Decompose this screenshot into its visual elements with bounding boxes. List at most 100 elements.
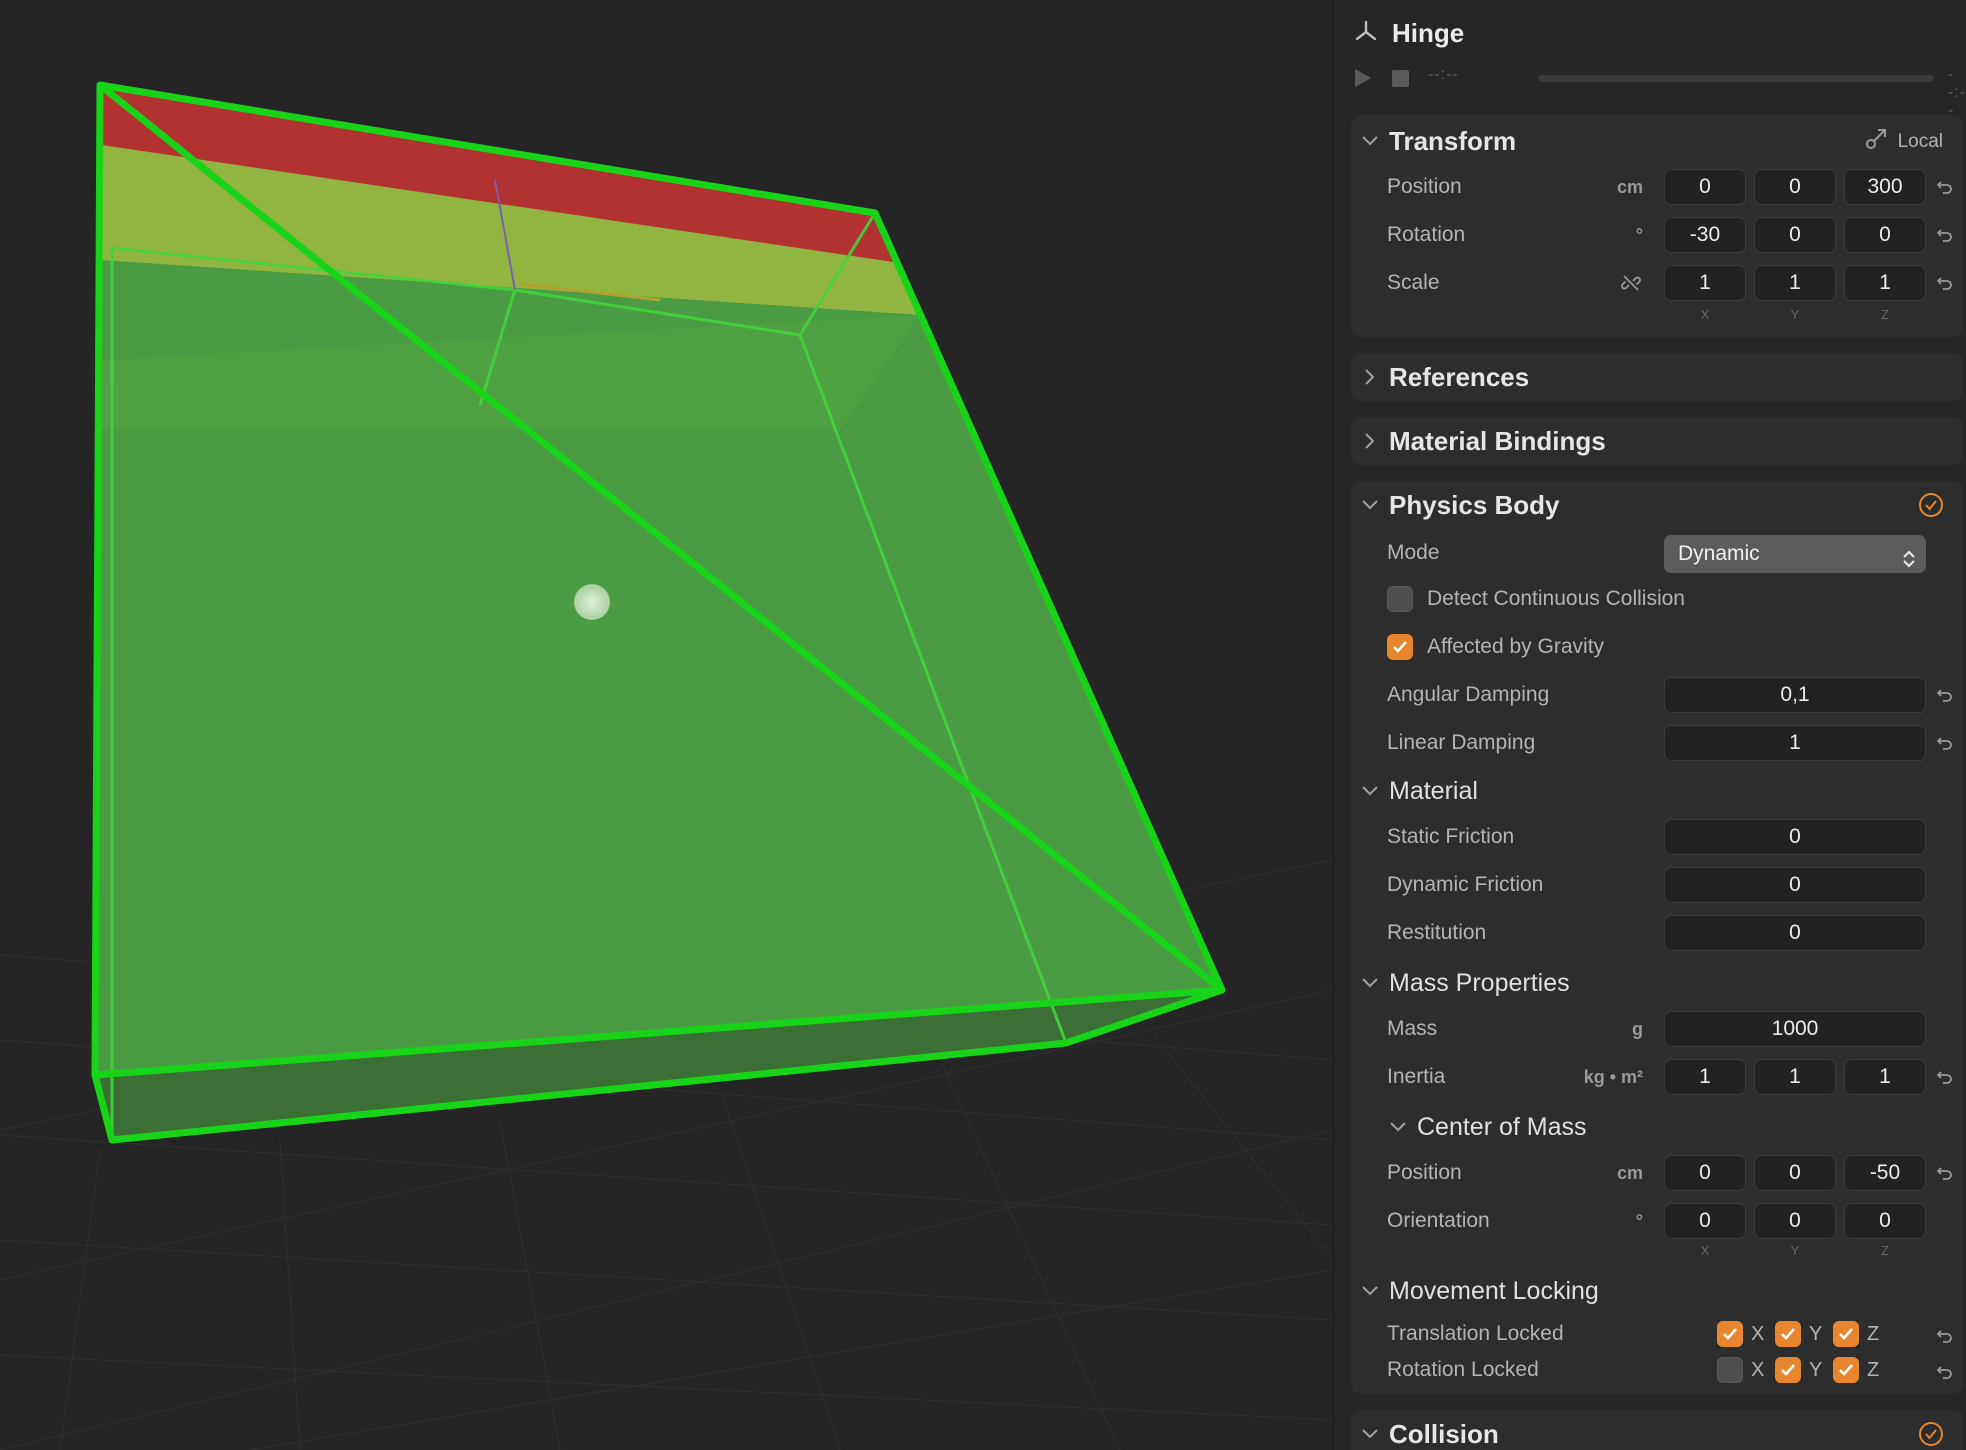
com-orientation-y-field[interactable]: 0	[1754, 1203, 1836, 1239]
inertia-unit: kg • m²	[1583, 1067, 1643, 1087]
viewport-canvas[interactable]	[0, 0, 1333, 1450]
chevron-down-icon	[1361, 136, 1379, 146]
physics-body-section: Physics Body Mode Dynamic Detect Continu…	[1351, 481, 1963, 1394]
com-orientation-x-field[interactable]: 0	[1664, 1203, 1746, 1239]
axis-z-label: Z	[1881, 1243, 1889, 1258]
axis-y-label: Y	[1790, 307, 1800, 322]
com-axis-labels: X Y Z	[1351, 1243, 1963, 1259]
scale-z-field[interactable]: 1	[1844, 265, 1926, 301]
com-position-x-field[interactable]: 0	[1664, 1155, 1746, 1191]
mass-field[interactable]: 1000	[1664, 1011, 1926, 1047]
transform-section: Transform Local Position cm 0 0 300 Rota…	[1351, 115, 1963, 337]
dynamic-friction-field[interactable]: 0	[1664, 867, 1926, 903]
transform-label: Transform	[1389, 125, 1517, 156]
stop-icon[interactable]	[1392, 70, 1409, 87]
linear-damping-field[interactable]: 1	[1664, 725, 1926, 761]
angular-damping-field[interactable]: 0,1	[1664, 677, 1926, 713]
position-x-field[interactable]: 0	[1664, 169, 1746, 205]
axis-x-label: X	[1700, 1243, 1710, 1258]
com-position-z-field[interactable]: -50	[1844, 1155, 1926, 1191]
com-position-y-field[interactable]: 0	[1754, 1155, 1836, 1191]
scene-viewport[interactable]	[0, 0, 1333, 1450]
static-friction-field[interactable]: 0	[1664, 819, 1926, 855]
mode-row: Mode Dynamic	[1351, 531, 1963, 575]
rotation-y-field[interactable]: 0	[1754, 217, 1836, 253]
reset-icon[interactable]	[1936, 1327, 1954, 1350]
material-bindings-header[interactable]: Material Bindings	[1351, 419, 1606, 463]
center-of-mass-label: Center of Mass	[1417, 1112, 1587, 1141]
scale-y-field[interactable]: 1	[1754, 265, 1836, 301]
center-of-mass-header[interactable]: Center of Mass	[1379, 1107, 1587, 1147]
translation-y-label: Y	[1809, 1323, 1823, 1345]
reset-icon[interactable]	[1936, 686, 1954, 704]
collision-header[interactable]: Collision	[1351, 1412, 1499, 1450]
unlink-icon[interactable]	[1621, 273, 1641, 298]
inertia-x-field[interactable]: 1	[1664, 1059, 1746, 1095]
position-z-field[interactable]: 300	[1844, 169, 1926, 205]
reset-icon[interactable]	[1936, 1068, 1954, 1086]
rotation-lock-y-checkbox[interactable]	[1775, 1357, 1801, 1383]
references-section[interactable]: References	[1351, 353, 1963, 401]
axis-x-label: X	[1700, 307, 1710, 322]
scale-row: Scale 1 1 1	[1351, 261, 1963, 305]
rotation-x-field[interactable]: -30	[1664, 217, 1746, 253]
animation-player: --:-- --:--	[1352, 62, 1966, 119]
affected-by-gravity-checkbox[interactable]	[1387, 634, 1413, 660]
rotation-z-field[interactable]: 0	[1844, 217, 1926, 253]
scale-label: Scale	[1387, 271, 1440, 294]
chevron-right-icon	[1361, 433, 1379, 449]
rotation-lock-x-checkbox[interactable]	[1717, 1357, 1743, 1383]
angular-damping-label: Angular Damping	[1387, 683, 1550, 706]
space-toggle[interactable]: Local	[1864, 127, 1943, 156]
movement-locking-label: Movement Locking	[1389, 1276, 1599, 1305]
translation-lock-z-checkbox[interactable]	[1833, 1321, 1859, 1347]
translation-lock-x-checkbox[interactable]	[1717, 1321, 1743, 1347]
mass-label: Mass	[1387, 1017, 1438, 1040]
com-orientation-label: Orientation	[1387, 1209, 1490, 1232]
rotation-lock-z-checkbox[interactable]	[1833, 1357, 1859, 1383]
play-icon[interactable]	[1352, 68, 1372, 93]
chevron-down-icon	[1389, 1122, 1407, 1132]
reset-icon[interactable]	[1936, 226, 1954, 244]
material-header[interactable]: Material	[1351, 771, 1478, 811]
physics-enabled-icon[interactable]	[1919, 493, 1943, 517]
inertia-z-field[interactable]: 1	[1844, 1059, 1926, 1095]
inertia-y-field[interactable]: 1	[1754, 1059, 1836, 1095]
reset-icon[interactable]	[1936, 178, 1954, 196]
dynamic-friction-row: Dynamic Friction 0	[1351, 863, 1963, 907]
reset-icon[interactable]	[1936, 274, 1954, 292]
mass-properties-header[interactable]: Mass Properties	[1351, 963, 1570, 1003]
dynamic-friction-label: Dynamic Friction	[1387, 873, 1544, 896]
material-bindings-section[interactable]: Material Bindings	[1351, 417, 1963, 465]
scale-x-field[interactable]: 1	[1664, 265, 1746, 301]
collision-enabled-icon[interactable]	[1919, 1422, 1943, 1446]
inertia-row: Inertia kg • m² 1 1 1	[1351, 1055, 1963, 1099]
mode-select[interactable]: Dynamic	[1664, 535, 1926, 573]
com-position-unit: cm	[1616, 1163, 1643, 1183]
mode-value: Dynamic	[1678, 542, 1760, 565]
references-header[interactable]: References	[1351, 355, 1529, 399]
chevron-updown-icon	[1902, 544, 1916, 582]
rotation-x-label: X	[1751, 1359, 1765, 1381]
timeline-scrubber[interactable]	[1538, 75, 1934, 82]
time-end: --:--	[1948, 66, 1966, 119]
reset-icon[interactable]	[1936, 1164, 1954, 1182]
position-y-field[interactable]: 0	[1754, 169, 1836, 205]
axis-labels: X Y Z	[1351, 307, 1963, 323]
restitution-field[interactable]: 0	[1664, 915, 1926, 951]
com-orientation-z-field[interactable]: 0	[1844, 1203, 1926, 1239]
reset-icon[interactable]	[1936, 1363, 1954, 1386]
chevron-down-icon	[1361, 1429, 1379, 1439]
mass-row: Mass g 1000	[1351, 1007, 1963, 1051]
center-of-mass-marker	[574, 584, 610, 620]
physics-body-header[interactable]: Physics Body	[1351, 483, 1560, 527]
hinge-box[interactable]	[91, 81, 1226, 1144]
movement-locking-header[interactable]: Movement Locking	[1351, 1271, 1599, 1311]
chevron-down-icon	[1361, 1286, 1379, 1296]
translation-lock-y-checkbox[interactable]	[1775, 1321, 1801, 1347]
restitution-label: Restitution	[1387, 921, 1487, 944]
detect-continuous-collision-checkbox[interactable]	[1387, 586, 1413, 612]
chevron-down-icon	[1361, 500, 1379, 510]
transform-header[interactable]: Transform	[1351, 119, 1516, 163]
reset-icon[interactable]	[1936, 734, 1954, 752]
